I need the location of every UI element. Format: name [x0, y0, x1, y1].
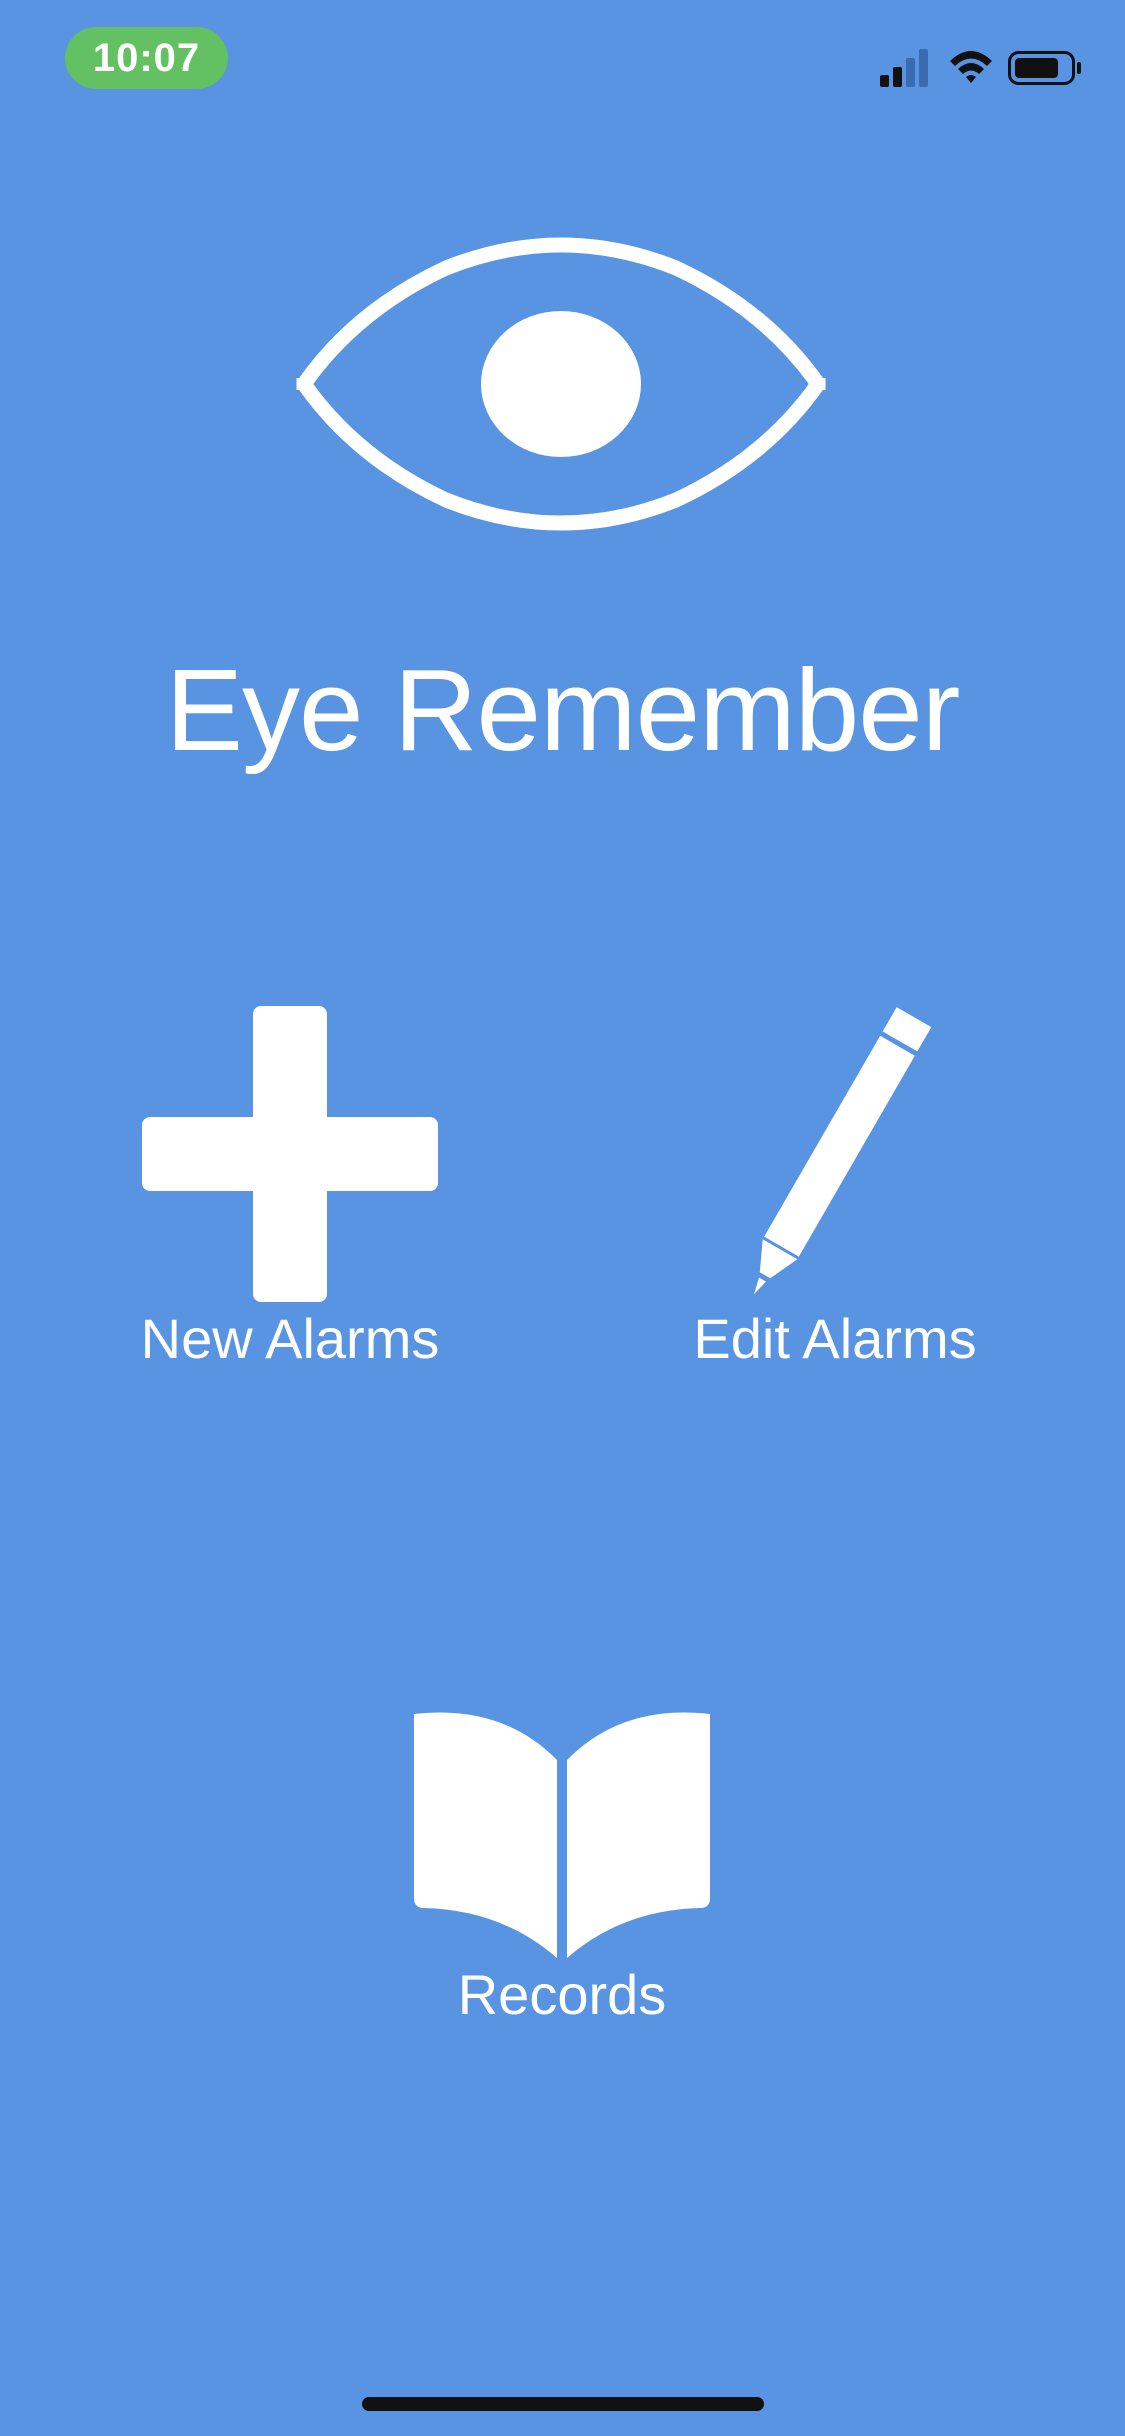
records-button[interactable]: Records — [362, 1710, 762, 2030]
records-label: Records — [457, 1963, 667, 2026]
edit-alarms-button[interactable]: Edit Alarms — [655, 1004, 1015, 1374]
home-indicator[interactable] — [362, 2397, 764, 2411]
battery-icon — [1008, 51, 1081, 85]
plus-icon — [142, 1006, 438, 1302]
status-time: 10:07 — [65, 27, 228, 89]
eye-icon — [296, 237, 826, 531]
status-icons — [880, 49, 1081, 87]
cellular-signal-icon — [880, 49, 928, 87]
pencil-icon — [754, 1007, 932, 1295]
wifi-icon — [950, 51, 992, 83]
app-title: Eye Remember — [165, 645, 961, 775]
new-alarms-label: New Alarms — [140, 1307, 440, 1370]
status-bar: 10:07 — [0, 0, 1125, 130]
edit-alarms-label: Edit Alarms — [693, 1307, 977, 1370]
new-alarms-button[interactable]: New Alarms — [110, 1004, 470, 1374]
book-icon — [414, 1712, 710, 1958]
